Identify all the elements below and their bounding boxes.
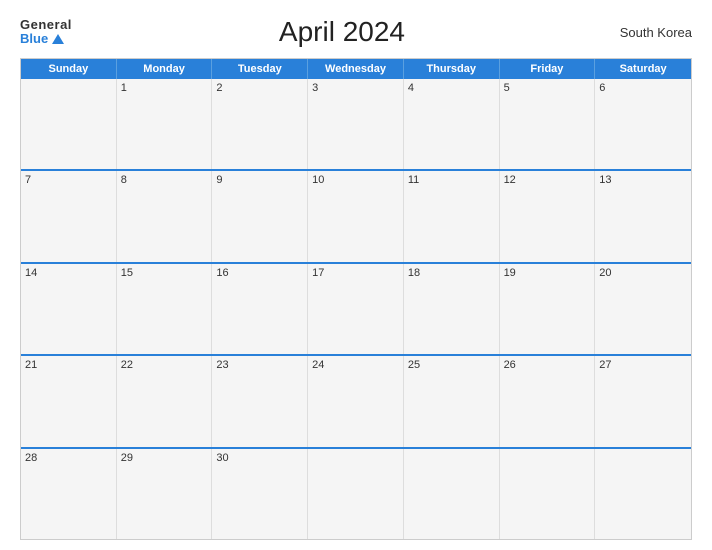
day-cell-17: 17 (308, 264, 404, 354)
day-cell-7: 7 (21, 171, 117, 261)
day-cell-24: 24 (308, 356, 404, 446)
header: General Blue April 2024 South Korea (20, 16, 692, 48)
day-cell-25: 25 (404, 356, 500, 446)
day-cell-13: 13 (595, 171, 691, 261)
day-cell-19: 19 (500, 264, 596, 354)
logo: General Blue (20, 18, 72, 47)
day-cell-27: 27 (595, 356, 691, 446)
header-monday: Monday (117, 59, 213, 79)
header-thursday: Thursday (404, 59, 500, 79)
day-cell-21: 21 (21, 356, 117, 446)
day-headers-row: Sunday Monday Tuesday Wednesday Thursday… (21, 59, 691, 79)
weeks-container: 1 2 3 4 5 6 7 8 9 10 11 12 13 14 15 (21, 79, 691, 539)
week-row-1: 1 2 3 4 5 6 (21, 79, 691, 169)
header-friday: Friday (500, 59, 596, 79)
day-cell-empty-w5-7 (595, 449, 691, 539)
day-cell-29: 29 (117, 449, 213, 539)
logo-triangle-icon (52, 34, 64, 44)
day-cell-22: 22 (117, 356, 213, 446)
week-row-4: 21 22 23 24 25 26 27 (21, 354, 691, 446)
day-cell-5: 5 (500, 79, 596, 169)
header-sunday: Sunday (21, 59, 117, 79)
day-cell-11: 11 (404, 171, 500, 261)
day-cell-9: 9 (212, 171, 308, 261)
day-cell-18: 18 (404, 264, 500, 354)
header-saturday: Saturday (595, 59, 691, 79)
day-cell-16: 16 (212, 264, 308, 354)
calendar-title: April 2024 (72, 16, 612, 48)
calendar-grid: Sunday Monday Tuesday Wednesday Thursday… (20, 58, 692, 540)
day-cell-20: 20 (595, 264, 691, 354)
region-label: South Korea (612, 25, 692, 40)
day-cell-28: 28 (21, 449, 117, 539)
day-cell-10: 10 (308, 171, 404, 261)
day-cell-30: 30 (212, 449, 308, 539)
day-cell-4: 4 (404, 79, 500, 169)
week-row-2: 7 8 9 10 11 12 13 (21, 169, 691, 261)
calendar-page: General Blue April 2024 South Korea Sund… (0, 0, 712, 550)
day-cell-empty (21, 79, 117, 169)
logo-blue-text: Blue (20, 32, 72, 46)
day-cell-12: 12 (500, 171, 596, 261)
day-cell-2: 2 (212, 79, 308, 169)
day-cell-15: 15 (117, 264, 213, 354)
day-cell-empty-w5-4 (308, 449, 404, 539)
day-cell-3: 3 (308, 79, 404, 169)
day-cell-8: 8 (117, 171, 213, 261)
logo-general-text: General (20, 18, 72, 32)
day-cell-23: 23 (212, 356, 308, 446)
week-row-5: 28 29 30 (21, 447, 691, 539)
week-row-3: 14 15 16 17 18 19 20 (21, 262, 691, 354)
day-cell-26: 26 (500, 356, 596, 446)
header-wednesday: Wednesday (308, 59, 404, 79)
header-tuesday: Tuesday (212, 59, 308, 79)
day-cell-14: 14 (21, 264, 117, 354)
day-cell-1: 1 (117, 79, 213, 169)
day-cell-empty-w5-5 (404, 449, 500, 539)
day-cell-6: 6 (595, 79, 691, 169)
day-cell-empty-w5-6 (500, 449, 596, 539)
